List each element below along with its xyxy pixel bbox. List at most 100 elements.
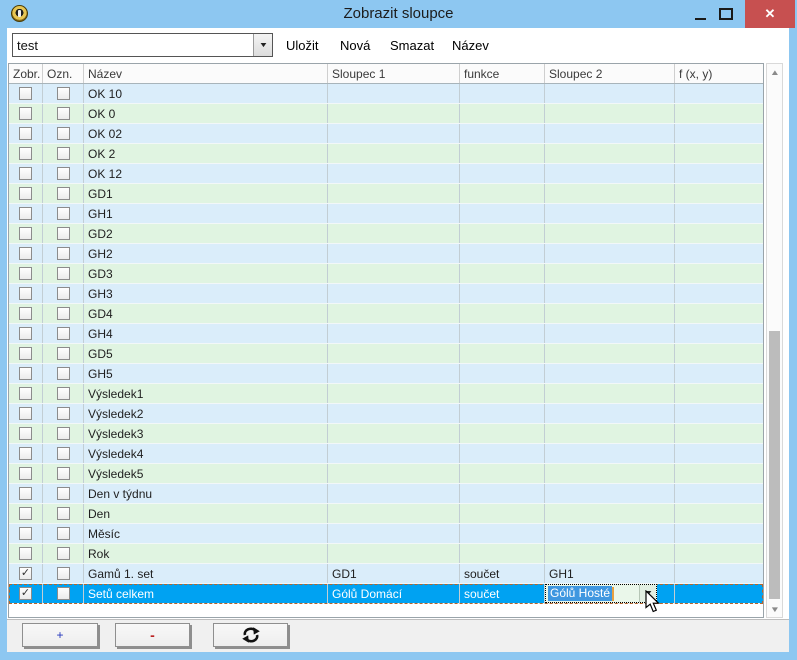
nazev-cell[interactable]: Setů celkem	[84, 584, 328, 603]
funkce-cell[interactable]	[460, 304, 545, 323]
fxy-cell[interactable]	[675, 364, 763, 383]
ozn-cell[interactable]	[43, 224, 84, 243]
table-row[interactable]: Výsledek3	[9, 424, 763, 444]
ozn-checkbox[interactable]	[57, 307, 70, 320]
scroll-up-button[interactable]: ▲	[767, 64, 782, 80]
fxy-cell[interactable]	[675, 244, 763, 263]
fxy-cell[interactable]	[675, 484, 763, 503]
funkce-cell[interactable]	[460, 444, 545, 463]
ozn-cell[interactable]	[43, 164, 84, 183]
nazev-cell[interactable]: GH4	[84, 324, 328, 343]
ozn-checkbox[interactable]	[57, 567, 70, 580]
funkce-cell[interactable]	[460, 244, 545, 263]
zobr-checkbox[interactable]	[19, 167, 32, 180]
table-row[interactable]: OK 02	[9, 124, 763, 144]
nazev-cell[interactable]: GD5	[84, 344, 328, 363]
ozn-cell[interactable]	[43, 524, 84, 543]
ozn-cell[interactable]	[43, 424, 84, 443]
ozn-checkbox[interactable]	[57, 527, 70, 540]
zobr-cell[interactable]	[9, 544, 43, 563]
zobr-checkbox[interactable]	[19, 107, 32, 120]
sloupec1-cell[interactable]	[328, 244, 460, 263]
ozn-cell[interactable]	[43, 144, 84, 163]
sloupec1-cell[interactable]	[328, 444, 460, 463]
funkce-cell[interactable]	[460, 204, 545, 223]
sloupec1-cell[interactable]	[328, 484, 460, 503]
zobr-cell[interactable]	[9, 484, 43, 503]
sloupec2-cell[interactable]	[545, 364, 675, 383]
fxy-cell[interactable]	[675, 564, 763, 583]
zobr-cell[interactable]	[9, 364, 43, 383]
nazev-cell[interactable]: Výsledek3	[84, 424, 328, 443]
preset-input[interactable]	[13, 34, 253, 56]
nazev-cell[interactable]: Den	[84, 504, 328, 523]
header-fxy[interactable]: f (x, y)	[675, 64, 763, 83]
sloupec1-cell[interactable]	[328, 504, 460, 523]
table-row[interactable]: OK 10	[9, 84, 763, 104]
ozn-cell[interactable]	[43, 384, 84, 403]
funkce-cell[interactable]	[460, 184, 545, 203]
nazev-cell[interactable]: OK 02	[84, 124, 328, 143]
sloupec2-cell[interactable]	[545, 484, 675, 503]
ozn-checkbox[interactable]	[57, 467, 70, 480]
fxy-cell[interactable]	[675, 524, 763, 543]
header-zobr[interactable]: Zobr.	[9, 64, 43, 83]
sloupec2-cell[interactable]	[545, 404, 675, 423]
sloupec1-cell[interactable]	[328, 84, 460, 103]
zobr-checkbox[interactable]	[19, 427, 32, 440]
nazev-cell[interactable]: GH1	[84, 204, 328, 223]
table-row[interactable]: GH1	[9, 204, 763, 224]
table-row[interactable]: Den v týdnu	[9, 484, 763, 504]
ozn-cell[interactable]	[43, 264, 84, 283]
ozn-cell[interactable]	[43, 84, 84, 103]
zobr-cell[interactable]	[9, 144, 43, 163]
sloupec2-cell[interactable]: Gólů Hosté▼	[545, 584, 675, 603]
fxy-cell[interactable]	[675, 224, 763, 243]
nazev-cell[interactable]: OK 0	[84, 104, 328, 123]
nazev-cell[interactable]: OK 10	[84, 84, 328, 103]
header-sloupec1[interactable]: Sloupec 1	[328, 64, 460, 83]
sloupec2-cell[interactable]	[545, 264, 675, 283]
funkce-cell[interactable]	[460, 544, 545, 563]
sloupec2-cell[interactable]	[545, 104, 675, 123]
fxy-cell[interactable]	[675, 84, 763, 103]
table-row[interactable]: Výsledek5	[9, 464, 763, 484]
zobr-cell[interactable]	[9, 384, 43, 403]
ozn-checkbox[interactable]	[57, 407, 70, 420]
maximize-button[interactable]	[713, 0, 739, 28]
save-button[interactable]: Uložit	[286, 38, 319, 53]
ozn-checkbox[interactable]	[57, 207, 70, 220]
sloupec2-cell[interactable]	[545, 384, 675, 403]
sloupec1-cell[interactable]	[328, 384, 460, 403]
zobr-cell[interactable]	[9, 304, 43, 323]
sloupec1-cell[interactable]	[328, 324, 460, 343]
fxy-cell[interactable]	[675, 264, 763, 283]
zobr-cell[interactable]: ✓	[9, 584, 43, 603]
sloupec1-cell[interactable]	[328, 104, 460, 123]
sloupec2-cell[interactable]	[545, 504, 675, 523]
ozn-checkbox[interactable]	[57, 427, 70, 440]
ozn-checkbox[interactable]	[57, 587, 70, 600]
ozn-cell[interactable]	[43, 584, 84, 603]
sloupec2-editor[interactable]: Gólů Hosté▼	[545, 584, 657, 603]
zobr-cell[interactable]	[9, 164, 43, 183]
zobr-checkbox[interactable]	[19, 507, 32, 520]
delete-button[interactable]: Smazat	[390, 38, 434, 53]
zobr-cell[interactable]	[9, 224, 43, 243]
table-row[interactable]: GH3	[9, 284, 763, 304]
zobr-cell[interactable]	[9, 504, 43, 523]
table-row[interactable]: ✓ Gamů 1. set GD1 součet GH1	[9, 564, 763, 584]
zobr-cell[interactable]	[9, 464, 43, 483]
ozn-cell[interactable]	[43, 364, 84, 383]
sloupec1-cell[interactable]	[328, 424, 460, 443]
nazev-cell[interactable]: GH3	[84, 284, 328, 303]
ozn-cell[interactable]	[43, 404, 84, 423]
ozn-checkbox[interactable]	[57, 227, 70, 240]
zobr-checkbox[interactable]	[19, 487, 32, 500]
ozn-checkbox[interactable]	[57, 447, 70, 460]
funkce-cell[interactable]	[460, 384, 545, 403]
ozn-checkbox[interactable]	[57, 487, 70, 500]
nazev-cell[interactable]: Výsledek2	[84, 404, 328, 423]
sloupec1-cell[interactable]	[328, 304, 460, 323]
sloupec1-cell[interactable]	[328, 164, 460, 183]
